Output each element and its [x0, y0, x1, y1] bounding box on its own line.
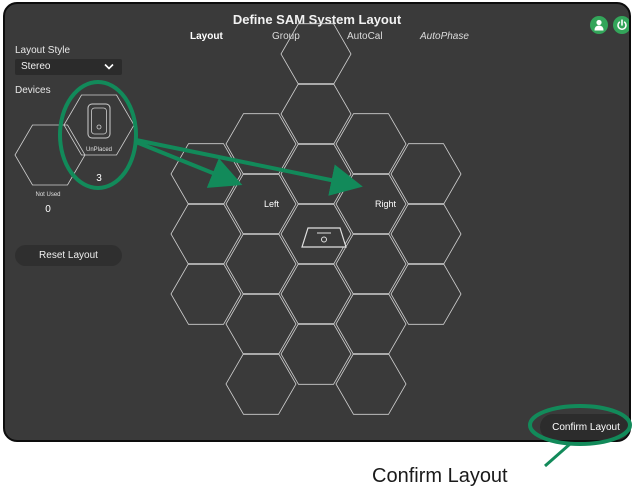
annotation-caption: Confirm Layout	[372, 465, 508, 487]
right-position-label: Right	[375, 199, 397, 209]
grid-hex-cell[interactable]	[225, 353, 297, 415]
grid-hex-cell[interactable]	[390, 263, 462, 325]
grid-hex-cell[interactable]	[225, 233, 297, 295]
grid-hex-cell[interactable]	[280, 83, 352, 145]
confirm-layout-button[interactable]: Confirm Layout	[540, 414, 629, 440]
grid-hex-cell[interactable]	[280, 143, 352, 205]
grid-hex-cell[interactable]	[225, 293, 297, 355]
grid-hex-cell[interactable]	[170, 263, 242, 325]
grid-hex-cell[interactable]	[170, 203, 242, 265]
grid-hex-cell[interactable]	[335, 113, 407, 175]
grid-hex-cell[interactable]	[280, 23, 352, 85]
left-position-label: Left	[264, 199, 280, 209]
speaker-icon[interactable]	[301, 227, 347, 248]
grid-hex-cell[interactable]	[390, 143, 462, 205]
grid-hex-cell[interactable]	[335, 233, 407, 295]
grid-hex-cell[interactable]	[225, 173, 297, 235]
annotation-pointer-line	[544, 442, 571, 468]
grid-hex-cell[interactable]	[280, 323, 352, 385]
layout-grid	[170, 23, 462, 415]
grid-hex-cell[interactable]	[335, 293, 407, 355]
grid-hex-cell[interactable]	[225, 113, 297, 175]
grid-hex-cell[interactable]	[390, 203, 462, 265]
grid-hex-cell[interactable]	[335, 353, 407, 415]
grid-hex-cell[interactable]	[280, 263, 352, 325]
grid-hex-cell[interactable]	[170, 143, 242, 205]
app-window: Define SAM System Layout Layout Group Au…	[3, 2, 631, 442]
